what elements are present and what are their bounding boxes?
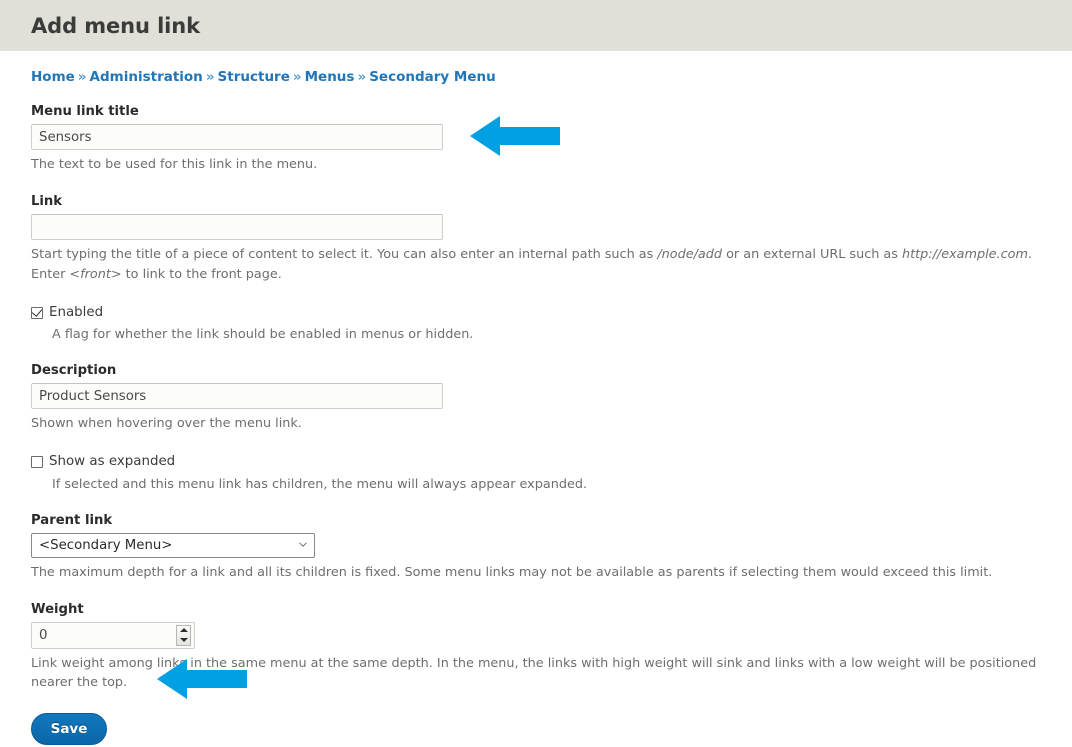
page-title: Add menu link	[31, 13, 200, 38]
form-item-weight: Weight Link weight among links in the sa…	[31, 602, 1041, 694]
breadcrumb-separator: »	[205, 69, 215, 85]
parent-link-label: Parent link	[31, 512, 113, 528]
breadcrumb-separator: »	[357, 69, 367, 85]
parent-link-select[interactable]: <Secondary Menu>	[31, 532, 315, 558]
breadcrumb-item-administration[interactable]: Administration	[90, 69, 203, 85]
menu-link-title-label: Menu link title	[31, 104, 139, 120]
link-description-front-token: <front>	[69, 266, 122, 282]
form-item-show-as-expanded[interactable]: Show as expanded	[31, 454, 1041, 469]
form-item-parent-link: Parent link <Secondary Menu> The maximum…	[31, 513, 1041, 583]
link-description-part4: to link to the front page.	[121, 266, 282, 282]
show-as-expanded-label: Show as expanded	[49, 454, 176, 470]
page-header: Add menu link	[0, 0, 1072, 51]
form-item-link: Link Start typing the title of a piece o…	[31, 194, 1041, 285]
link-input[interactable]	[31, 214, 443, 241]
breadcrumb-item-home[interactable]: Home	[31, 69, 75, 85]
form-item-description: Description Shown when hovering over the…	[31, 363, 1041, 434]
menu-link-title-input[interactable]	[31, 124, 443, 151]
main-content: Home» Administration» Structure» Menus» Seco…	[0, 51, 1072, 747]
show-as-expanded-checkbox[interactable]	[31, 456, 43, 469]
menu-link-title-description: The text to be used for this link in the…	[31, 157, 318, 173]
weight-description: Link weight among links in the same menu…	[31, 655, 1037, 691]
parent-link-description: The maximum depth for a link and all its…	[31, 564, 993, 580]
link-description: Start typing the title of a piece of con…	[31, 245, 1041, 285]
weight-input-wrapper[interactable]	[31, 621, 195, 649]
link-label: Link	[31, 194, 63, 210]
breadcrumb-item-menus[interactable]: Menus	[305, 69, 355, 85]
enabled-checkbox[interactable]	[31, 306, 43, 319]
parent-link-select-wrapper[interactable]: <Secondary Menu>	[31, 532, 315, 558]
show-as-expanded-description: If selected and this menu link has child…	[52, 476, 588, 492]
description-label: Description	[31, 363, 117, 379]
weight-label: Weight	[31, 601, 84, 617]
breadcrumb: Home» Administration» Structure» Menus» Seco…	[31, 51, 1041, 85]
link-description-part1: Start typing the title of a piece of con…	[31, 247, 658, 263]
link-description-example-url: http://example.com	[902, 247, 1028, 263]
quantity-stepper[interactable]	[176, 624, 191, 646]
enabled-label: Enabled	[49, 304, 104, 320]
weight-input[interactable]	[31, 621, 195, 649]
form-actions: Save	[31, 713, 1041, 747]
description-input[interactable]	[31, 383, 443, 410]
stepper-down-icon[interactable]	[179, 637, 188, 642]
description-help-text: Shown when hovering over the menu link.	[31, 416, 302, 432]
breadcrumb-separator: »	[77, 69, 87, 85]
enabled-description: A flag for whether the link should be en…	[52, 327, 474, 343]
breadcrumb-item-secondary-menu[interactable]: Secondary Menu	[369, 69, 496, 85]
breadcrumb-item-structure[interactable]: Structure	[218, 69, 290, 85]
breadcrumb-separator: »	[292, 69, 302, 85]
stepper-up-icon[interactable]	[179, 628, 188, 633]
link-description-part2: or an external URL such as	[722, 247, 902, 263]
save-button[interactable]: Save	[31, 713, 107, 746]
form-item-enabled[interactable]: Enabled	[31, 305, 1041, 320]
form-item-menu-link-title: Menu link title The text to be used for …	[31, 104, 1041, 175]
link-description-example-path: /node/add	[657, 247, 722, 263]
